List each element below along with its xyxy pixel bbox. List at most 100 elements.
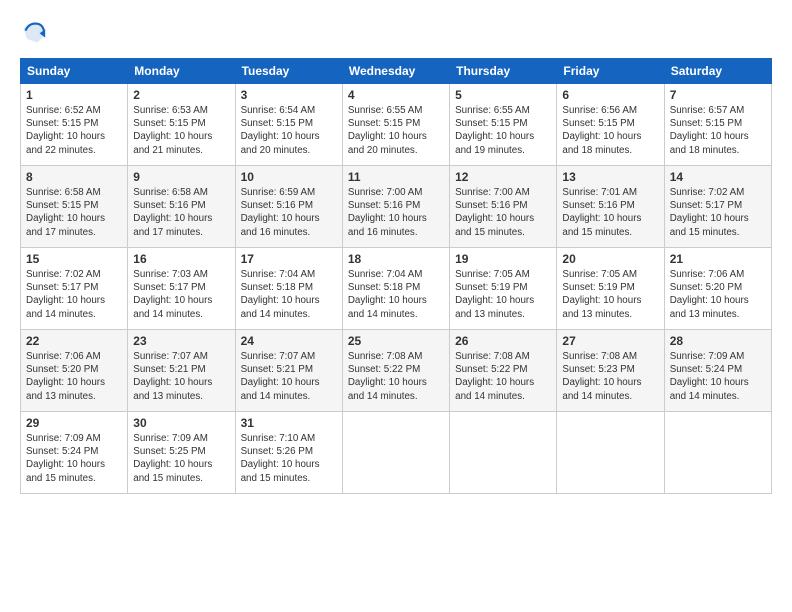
day-info: Sunrise: 7:04 AMSunset: 5:18 PMDaylight:…	[241, 268, 337, 321]
logo-icon	[20, 18, 48, 46]
day-number: 16	[133, 252, 229, 266]
calendar-cell: 13 Sunrise: 7:01 AMSunset: 5:16 PMDayligh…	[557, 166, 664, 248]
day-info: Sunrise: 7:06 AMSunset: 5:20 PMDaylight:…	[670, 268, 766, 321]
day-info: Sunrise: 6:57 AMSunset: 5:15 PMDaylight:…	[670, 104, 766, 157]
column-header-thursday: Thursday	[450, 59, 557, 84]
day-number: 4	[348, 88, 444, 102]
day-info: Sunrise: 6:56 AMSunset: 5:15 PMDaylight:…	[562, 104, 658, 157]
day-info: Sunrise: 7:08 AMSunset: 5:22 PMDaylight:…	[455, 350, 551, 403]
day-number: 5	[455, 88, 551, 102]
day-number: 17	[241, 252, 337, 266]
day-number: 21	[670, 252, 766, 266]
day-number: 7	[670, 88, 766, 102]
column-header-monday: Monday	[128, 59, 235, 84]
day-number: 10	[241, 170, 337, 184]
day-number: 2	[133, 88, 229, 102]
day-number: 6	[562, 88, 658, 102]
day-number: 15	[26, 252, 122, 266]
calendar-cell	[342, 412, 449, 494]
calendar-cell: 21 Sunrise: 7:06 AMSunset: 5:20 PMDayligh…	[664, 248, 771, 330]
calendar-cell	[450, 412, 557, 494]
day-info: Sunrise: 7:02 AMSunset: 5:17 PMDaylight:…	[26, 268, 122, 321]
calendar-week-4: 22 Sunrise: 7:06 AMSunset: 5:20 PMDayligh…	[21, 330, 772, 412]
calendar-cell: 15 Sunrise: 7:02 AMSunset: 5:17 PMDayligh…	[21, 248, 128, 330]
day-number: 24	[241, 334, 337, 348]
day-info: Sunrise: 7:04 AMSunset: 5:18 PMDaylight:…	[348, 268, 444, 321]
calendar-cell: 12 Sunrise: 7:00 AMSunset: 5:16 PMDayligh…	[450, 166, 557, 248]
calendar-cell: 25 Sunrise: 7:08 AMSunset: 5:22 PMDayligh…	[342, 330, 449, 412]
day-info: Sunrise: 6:58 AMSunset: 5:15 PMDaylight:…	[26, 186, 122, 239]
day-number: 9	[133, 170, 229, 184]
day-info: Sunrise: 7:01 AMSunset: 5:16 PMDaylight:…	[562, 186, 658, 239]
day-number: 29	[26, 416, 122, 430]
calendar-cell: 30 Sunrise: 7:09 AMSunset: 5:25 PMDayligh…	[128, 412, 235, 494]
day-number: 23	[133, 334, 229, 348]
day-number: 1	[26, 88, 122, 102]
calendar-week-5: 29 Sunrise: 7:09 AMSunset: 5:24 PMDayligh…	[21, 412, 772, 494]
day-info: Sunrise: 6:59 AMSunset: 5:16 PMDaylight:…	[241, 186, 337, 239]
day-info: Sunrise: 6:54 AMSunset: 5:15 PMDaylight:…	[241, 104, 337, 157]
calendar-cell	[557, 412, 664, 494]
calendar-header-row: SundayMondayTuesdayWednesdayThursdayFrid…	[21, 59, 772, 84]
calendar-cell: 9 Sunrise: 6:58 AMSunset: 5:16 PMDaylight…	[128, 166, 235, 248]
day-number: 26	[455, 334, 551, 348]
day-number: 11	[348, 170, 444, 184]
logo	[20, 18, 52, 46]
day-number: 13	[562, 170, 658, 184]
day-number: 14	[670, 170, 766, 184]
day-number: 18	[348, 252, 444, 266]
day-info: Sunrise: 7:09 AMSunset: 5:24 PMDaylight:…	[670, 350, 766, 403]
page-header	[20, 18, 772, 46]
calendar-week-3: 15 Sunrise: 7:02 AMSunset: 5:17 PMDayligh…	[21, 248, 772, 330]
calendar-cell: 19 Sunrise: 7:05 AMSunset: 5:19 PMDayligh…	[450, 248, 557, 330]
day-info: Sunrise: 7:05 AMSunset: 5:19 PMDaylight:…	[455, 268, 551, 321]
day-number: 3	[241, 88, 337, 102]
day-number: 20	[562, 252, 658, 266]
calendar-cell: 31Sunrise: 7:10 AMSunset: 5:26 PMDayligh…	[235, 412, 342, 494]
day-info: Sunrise: 7:07 AMSunset: 5:21 PMDaylight:…	[133, 350, 229, 403]
calendar-cell	[664, 412, 771, 494]
calendar-cell: 27Sunrise: 7:08 AMSunset: 5:23 PMDayligh…	[557, 330, 664, 412]
calendar-cell: 23 Sunrise: 7:07 AMSunset: 5:21 PMDayligh…	[128, 330, 235, 412]
calendar-cell: 8 Sunrise: 6:58 AMSunset: 5:15 PMDaylight…	[21, 166, 128, 248]
day-number: 25	[348, 334, 444, 348]
day-info: Sunrise: 6:53 AMSunset: 5:15 PMDaylight:…	[133, 104, 229, 157]
calendar-week-1: 1 Sunrise: 6:52 AMSunset: 5:15 PMDaylight…	[21, 84, 772, 166]
day-number: 19	[455, 252, 551, 266]
day-number: 12	[455, 170, 551, 184]
calendar-cell: 22 Sunrise: 7:06 AMSunset: 5:20 PMDayligh…	[21, 330, 128, 412]
calendar-cell: 29 Sunrise: 7:09 AMSunset: 5:24 PMDayligh…	[21, 412, 128, 494]
calendar-table: SundayMondayTuesdayWednesdayThursdayFrid…	[20, 58, 772, 494]
day-info: Sunrise: 7:07 AMSunset: 5:21 PMDaylight:…	[241, 350, 337, 403]
calendar-cell: 1 Sunrise: 6:52 AMSunset: 5:15 PMDaylight…	[21, 84, 128, 166]
day-number: 8	[26, 170, 122, 184]
day-info: Sunrise: 6:55 AMSunset: 5:15 PMDaylight:…	[455, 104, 551, 157]
day-info: Sunrise: 7:02 AMSunset: 5:17 PMDaylight:…	[670, 186, 766, 239]
calendar-cell: 28 Sunrise: 7:09 AMSunset: 5:24 PMDayligh…	[664, 330, 771, 412]
day-info: Sunrise: 7:08 AMSunset: 5:22 PMDaylight:…	[348, 350, 444, 403]
calendar-cell: 2 Sunrise: 6:53 AMSunset: 5:15 PMDaylight…	[128, 84, 235, 166]
day-info: Sunrise: 7:00 AMSunset: 5:16 PMDaylight:…	[348, 186, 444, 239]
calendar-cell: 5 Sunrise: 6:55 AMSunset: 5:15 PMDaylight…	[450, 84, 557, 166]
calendar-cell: 16Sunrise: 7:03 AMSunset: 5:17 PMDayligh…	[128, 248, 235, 330]
day-info: Sunrise: 6:58 AMSunset: 5:16 PMDaylight:…	[133, 186, 229, 239]
day-number: 28	[670, 334, 766, 348]
day-info: Sunrise: 6:52 AMSunset: 5:15 PMDaylight:…	[26, 104, 122, 157]
calendar-cell: 4Sunrise: 6:55 AMSunset: 5:15 PMDaylight…	[342, 84, 449, 166]
day-number: 27	[562, 334, 658, 348]
column-header-saturday: Saturday	[664, 59, 771, 84]
day-number: 30	[133, 416, 229, 430]
calendar-week-2: 8 Sunrise: 6:58 AMSunset: 5:15 PMDaylight…	[21, 166, 772, 248]
day-info: Sunrise: 7:09 AMSunset: 5:24 PMDaylight:…	[26, 432, 122, 485]
day-info: Sunrise: 7:05 AMSunset: 5:19 PMDaylight:…	[562, 268, 658, 321]
page-container: SundayMondayTuesdayWednesdayThursdayFrid…	[0, 0, 792, 504]
calendar-cell: 6 Sunrise: 6:56 AMSunset: 5:15 PMDaylight…	[557, 84, 664, 166]
calendar-cell: 11 Sunrise: 7:00 AMSunset: 5:16 PMDayligh…	[342, 166, 449, 248]
column-header-friday: Friday	[557, 59, 664, 84]
calendar-cell: 10 Sunrise: 6:59 AMSunset: 5:16 PMDayligh…	[235, 166, 342, 248]
day-number: 31	[241, 416, 337, 430]
day-number: 22	[26, 334, 122, 348]
day-info: Sunrise: 7:00 AMSunset: 5:16 PMDaylight:…	[455, 186, 551, 239]
day-info: Sunrise: 7:06 AMSunset: 5:20 PMDaylight:…	[26, 350, 122, 403]
day-info: Sunrise: 7:09 AMSunset: 5:25 PMDaylight:…	[133, 432, 229, 485]
